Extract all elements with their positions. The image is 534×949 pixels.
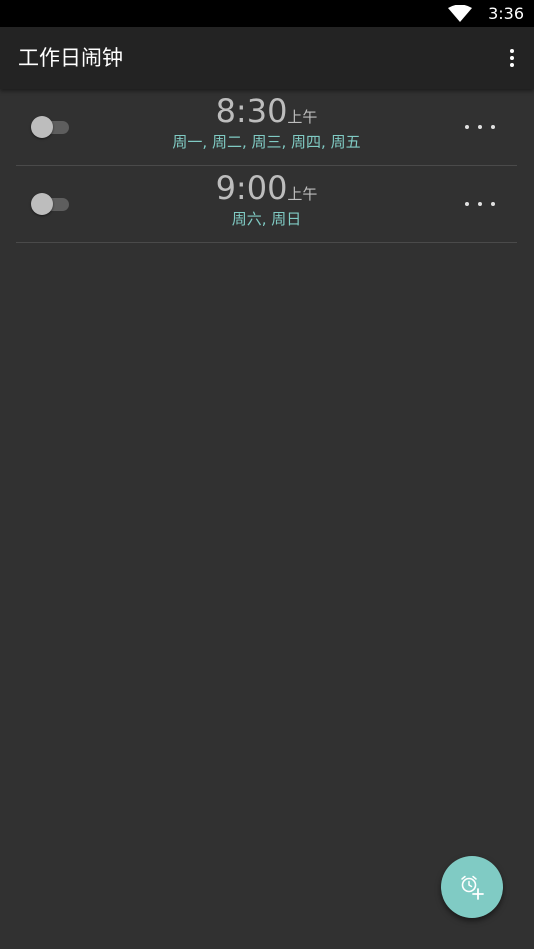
alarm-days: 周一, 周二, 周三, 周四, 周五 [172,133,361,151]
alarm-row[interactable]: 9:00上午 周六, 周日 [16,166,517,243]
alarm-ampm: 上午 [287,108,318,126]
alarm-time: 8:30 [215,92,288,130]
wifi-icon [448,5,472,22]
alarm-time-group[interactable]: 8:30上午 [16,92,517,130]
more-horiz-icon[interactable] [463,117,497,137]
app-bar: 工作日闹钟 [0,27,534,89]
more-vert-icon[interactable] [502,43,522,73]
more-horiz-icon[interactable] [463,194,497,214]
alarm-ampm: 上午 [287,185,318,203]
alarm-days: 周六, 周日 [231,210,302,228]
status-bar: 3:36 [0,0,534,27]
app-title: 工作日闹钟 [18,46,123,70]
alarm-row[interactable]: 8:30上午 周一, 周二, 周三, 周四, 周五 [16,89,517,166]
add-alarm-button[interactable] [441,856,503,918]
alarm-time: 9:00 [215,169,288,207]
add-alarm-icon [461,875,484,900]
alarm-time-group[interactable]: 9:00上午 [16,169,517,207]
status-time: 3:36 [488,4,524,23]
